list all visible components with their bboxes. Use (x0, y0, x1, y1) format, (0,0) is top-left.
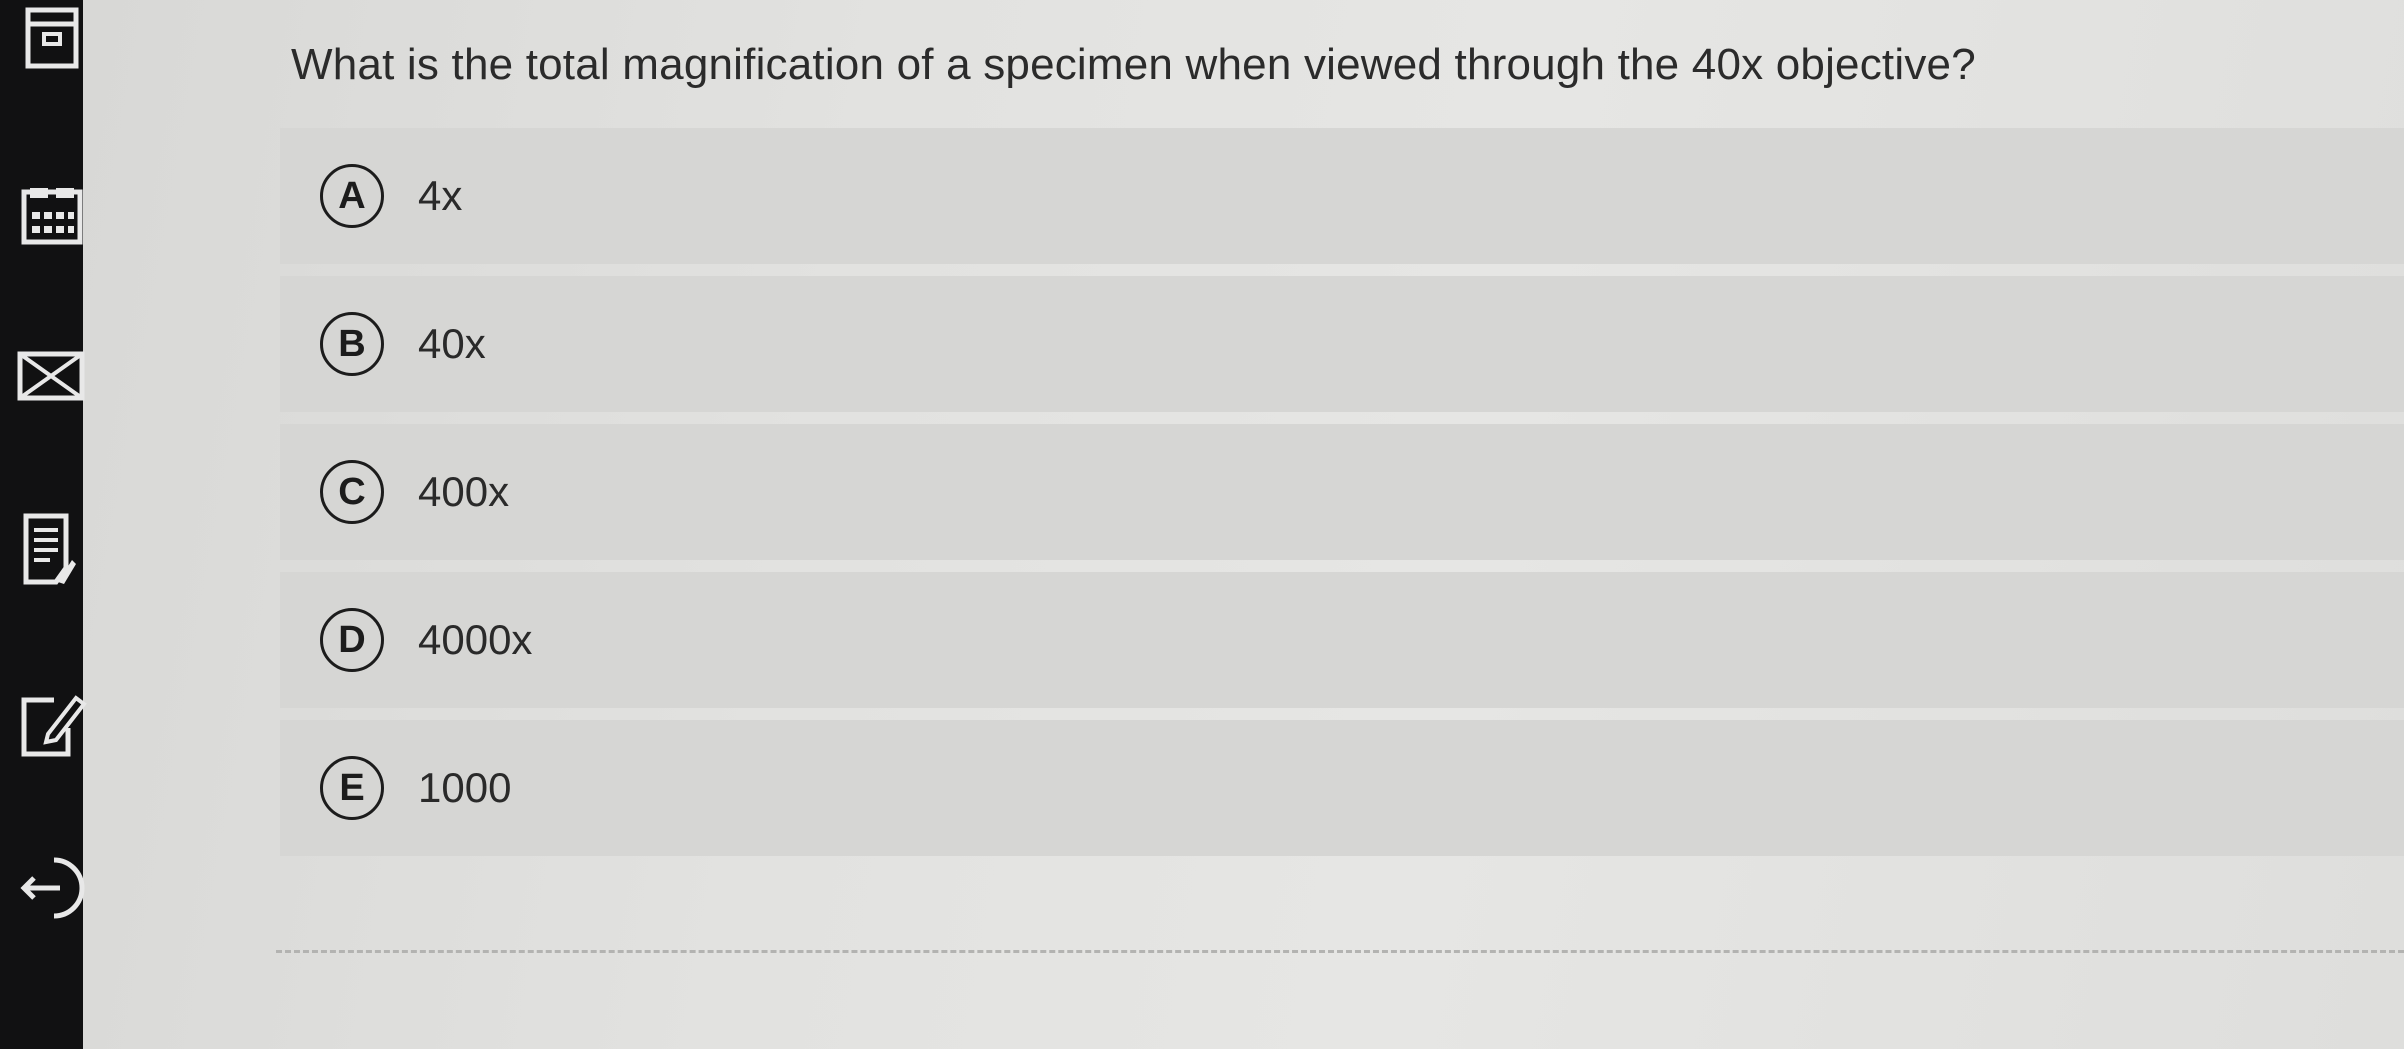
question-text: What is the total magnification of a spe… (291, 40, 1976, 89)
question-panel: What is the total magnification of a spe… (276, 0, 2404, 1049)
answer-text-c: 400x (418, 468, 510, 515)
answer-text-e: 1000 (418, 764, 512, 811)
answer-letter-b[interactable]: B (320, 312, 384, 376)
mail-icon[interactable] (14, 338, 92, 416)
answer-text-b: 40x (418, 320, 486, 367)
answer-list: A 4x B 40x C 400x D 4000x E 1000 (280, 128, 2404, 868)
answer-letter-d[interactable]: D (320, 608, 384, 672)
answer-option-b[interactable]: B 40x (280, 276, 2404, 412)
answer-text-a: 4x (418, 172, 463, 219)
answer-option-e[interactable]: E 1000 (280, 720, 2404, 856)
answer-letter-e[interactable]: E (320, 756, 384, 820)
panel-icon[interactable] (14, 0, 92, 78)
tool-sidebar (0, 0, 87, 1049)
calculator-icon[interactable] (14, 178, 92, 256)
answer-letter-c[interactable]: C (320, 460, 384, 524)
section-divider (276, 950, 2404, 953)
answer-text-d: 4000x (418, 616, 533, 663)
answer-option-a[interactable]: A 4x (280, 128, 2404, 264)
edit-icon[interactable] (14, 686, 92, 764)
exit-icon[interactable] (14, 848, 92, 926)
notes-icon[interactable] (14, 510, 92, 588)
answer-option-c[interactable]: C 400x (280, 424, 2404, 560)
quiz-page: What is the total magnification of a spe… (0, 0, 2404, 1049)
answer-letter-a[interactable]: A (320, 164, 384, 228)
answer-option-d[interactable]: D 4000x (280, 572, 2404, 708)
